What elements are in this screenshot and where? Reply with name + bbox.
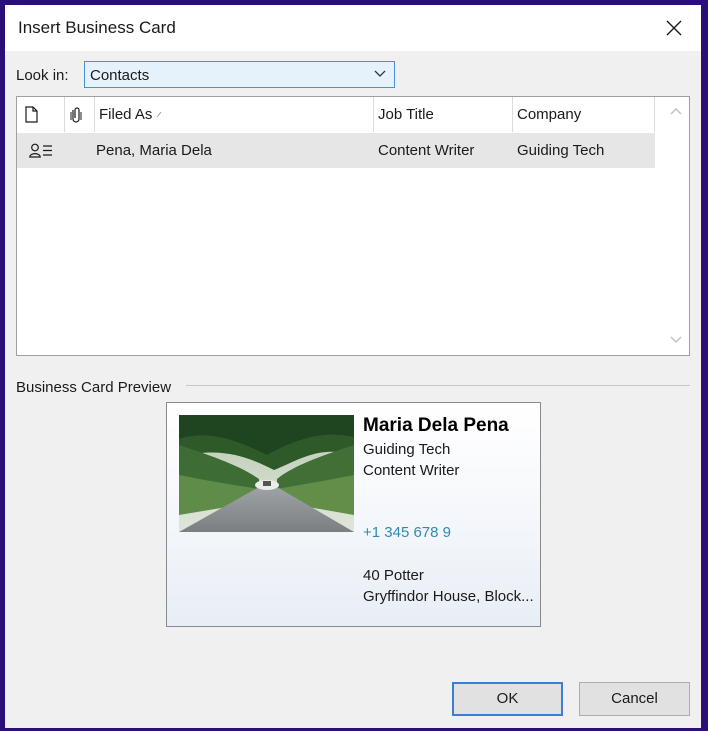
card-address-line2: Gryffindor House, Block... bbox=[363, 588, 534, 605]
contacts-list[interactable]: Filed As Job Title Company Pena, Maria D… bbox=[16, 96, 690, 356]
row-job-title: Content Writer bbox=[378, 142, 475, 159]
title-bar: Insert Business Card bbox=[5, 5, 701, 51]
vertical-scrollbar[interactable] bbox=[665, 97, 689, 355]
look-in-value: Contacts bbox=[90, 67, 150, 84]
dialog-title: Insert Business Card bbox=[18, 18, 176, 37]
business-card-preview-label: Business Card Preview bbox=[16, 379, 172, 396]
cancel-button[interactable]: Cancel bbox=[579, 682, 690, 716]
contact-photo bbox=[179, 415, 354, 532]
document-icon bbox=[25, 106, 38, 123]
sort-indicator-icon bbox=[156, 111, 162, 118]
contact-card-icon bbox=[29, 143, 52, 158]
column-header-job-title[interactable]: Job Title bbox=[374, 97, 513, 132]
ok-button[interactable]: OK bbox=[452, 682, 563, 716]
column-header-icon[interactable] bbox=[17, 97, 65, 132]
company-header-label: Company bbox=[517, 106, 582, 123]
card-job-title: Content Writer bbox=[363, 462, 460, 479]
card-phone: +1 345 678 9 bbox=[363, 524, 452, 541]
close-button[interactable] bbox=[655, 11, 693, 45]
scroll-down-icon[interactable] bbox=[669, 335, 683, 345]
row-filed-as: Pena, Maria Dela bbox=[96, 142, 212, 159]
look-in-dropdown[interactable]: Contacts bbox=[84, 61, 395, 88]
job-title-header-label: Job Title bbox=[378, 106, 434, 123]
insert-business-card-dialog: Insert Business Card Look in: Contacts F… bbox=[5, 5, 701, 728]
column-header-filed-as[interactable]: Filed As bbox=[95, 97, 374, 132]
row-company: Guiding Tech bbox=[517, 142, 605, 159]
card-company: Guiding Tech bbox=[363, 441, 451, 458]
business-card-preview: Maria Dela Pena Guiding Tech Content Wri… bbox=[166, 402, 541, 627]
section-divider bbox=[186, 385, 690, 386]
chevron-down-icon bbox=[374, 70, 386, 77]
list-header: Filed As Job Title Company bbox=[17, 97, 655, 132]
card-address-line1: 40 Potter bbox=[363, 567, 424, 584]
filed-as-header-label: Filed As bbox=[99, 106, 153, 123]
window-frame: Insert Business Card Look in: Contacts F… bbox=[0, 0, 708, 731]
scroll-up-icon[interactable] bbox=[669, 106, 683, 116]
look-in-label: Look in: bbox=[16, 67, 69, 84]
column-header-attachment[interactable] bbox=[65, 97, 95, 132]
card-name: Maria Dela Pena bbox=[363, 415, 509, 436]
close-icon bbox=[666, 20, 682, 36]
table-row[interactable]: Pena, Maria Dela Content Writer Guiding … bbox=[17, 133, 655, 168]
column-header-company[interactable]: Company bbox=[513, 97, 655, 132]
paperclip-icon bbox=[70, 107, 82, 123]
